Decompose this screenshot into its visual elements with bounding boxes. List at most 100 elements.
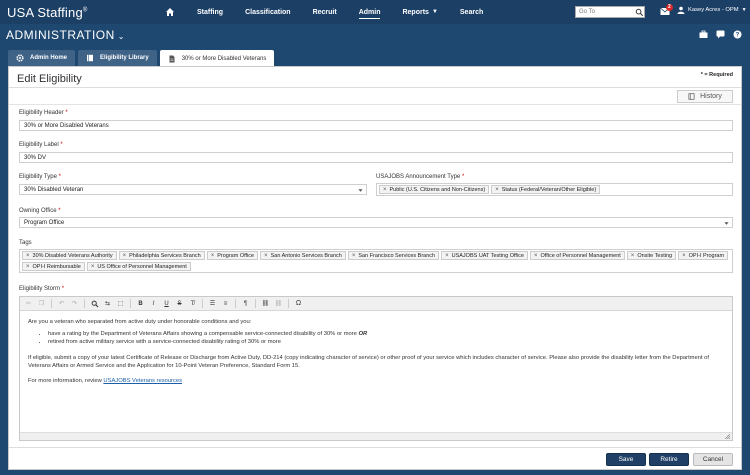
usajobs-chip[interactable]: × Public (U.S. Citizens and Non-Citizens) <box>379 185 490 194</box>
bulleted-list-icon[interactable]: ≡ <box>221 299 230 308</box>
nav-staffing[interactable]: Staffing <box>197 0 223 24</box>
eligibility-label-label: Eligibility Label * <box>19 142 63 148</box>
toolbar-separator <box>130 299 131 308</box>
remove-icon[interactable]: × <box>445 253 449 259</box>
remove-icon[interactable]: × <box>91 264 95 270</box>
tag-chip[interactable]: × San Francisco Services Branch <box>347 251 440 260</box>
usajobs-type-multiselect[interactable]: × Public (U.S. Citizens and Non-Citizens)… <box>376 183 733 196</box>
editor-bullets: have a rating by the Department of Veter… <box>48 330 724 346</box>
editor-footer <box>20 432 732 440</box>
paragraph-icon[interactable]: ¶ <box>241 299 250 308</box>
eligibility-storm-label: Eligibility Storm * <box>19 286 65 292</box>
home-icon[interactable] <box>165 0 175 24</box>
remove-icon[interactable]: × <box>26 253 30 259</box>
remove-icon[interactable]: × <box>495 187 499 193</box>
unlink-icon[interactable]: ⛓ <box>274 299 283 308</box>
remove-format-icon[interactable]: T̸ <box>188 299 197 308</box>
resize-handle-icon[interactable] <box>725 434 730 439</box>
owning-office-select[interactable]: Program Office <box>19 217 733 228</box>
owning-office-label: Owning Office * <box>19 208 61 214</box>
eligibility-type-label: Eligibility Type * <box>19 174 61 180</box>
find-icon[interactable] <box>90 299 99 308</box>
toolbar-separator <box>235 299 236 308</box>
tag-chip[interactable]: × San Antonio Services Branch <box>260 251 346 260</box>
link-icon[interactable]: ⛓ <box>261 299 270 308</box>
remove-icon[interactable]: × <box>631 253 635 259</box>
cut-icon[interactable]: ✂ <box>24 299 33 308</box>
user-menu[interactable]: Kasey Acres - OPM ▼ <box>677 6 747 14</box>
remove-icon[interactable]: × <box>682 253 686 259</box>
briefcase-icon[interactable] <box>699 30 708 39</box>
save-button[interactable]: Save <box>606 453 646 466</box>
tags-multiselect[interactable]: × 30% Disabled Veterans Authority × Philad… <box>19 249 733 273</box>
chevron-down-icon <box>358 189 363 192</box>
eligibility-type-select[interactable]: 30% Disabled Veteran <box>19 184 367 195</box>
chevron-down-icon: ▼ <box>741 7 747 13</box>
redo-icon[interactable]: ↷ <box>70 299 79 308</box>
rich-text-editor[interactable]: ✂ ❐ ↶ ↷ ⇆ ⬚ B I U S T̸ ☰ ≡ ¶ ⛓ ⛓ Ω Are y… <box>19 296 733 441</box>
copy-icon[interactable]: ❐ <box>37 299 46 308</box>
editor-bullet: retired from active military service wit… <box>48 338 724 346</box>
remove-icon[interactable]: × <box>264 253 268 259</box>
form-footer: Save Retire Cancel <box>9 447 741 469</box>
tag-chip[interactable]: × 30% Disabled Veterans Authority <box>22 251 117 260</box>
tab-bar: Admin Home Eligibility Library 30% or Mo… <box>8 50 275 67</box>
tag-chip[interactable]: × Office of Personnel Management <box>529 251 625 260</box>
remove-icon[interactable]: × <box>211 253 215 259</box>
goto-input[interactable]: Go To <box>575 6 645 18</box>
tag-chip[interactable]: × OPI-I Reimbursable <box>22 262 85 271</box>
user-icon <box>677 6 685 14</box>
remove-icon[interactable]: × <box>26 264 30 270</box>
editor-content[interactable]: Are you a veteran who separated from act… <box>20 312 732 432</box>
help-icon[interactable]: ? <box>733 30 742 39</box>
special-char-icon[interactable]: Ω <box>294 299 303 308</box>
section-title[interactable]: ADMINISTRATION ⌄ <box>6 28 125 42</box>
italic-icon[interactable]: I <box>149 299 158 308</box>
tag-chip[interactable]: × Philadelphia Services Branch <box>118 251 205 260</box>
eligibility-label-input[interactable]: 30% DV <box>19 152 733 163</box>
retire-button[interactable]: Retire <box>649 453 689 466</box>
history-button[interactable]: History <box>677 90 733 103</box>
select-all-icon[interactable]: ⬚ <box>116 299 125 308</box>
editor-intro: Are you a veteran who separated from act… <box>28 319 252 325</box>
tag-chip[interactable]: × US Office of Personnel Management <box>86 262 191 271</box>
app-logo[interactable]: USA Staffing® <box>7 5 157 20</box>
tab-admin-home[interactable]: Admin Home <box>8 50 76 66</box>
toolbar-separator <box>288 299 289 308</box>
toolbar-separator <box>51 299 52 308</box>
tag-chip[interactable]: × Program Office <box>206 251 259 260</box>
top-nav: USA Staffing® Staffing Classification Re… <box>0 0 750 24</box>
underline-icon[interactable]: U <box>162 299 171 308</box>
tag-chip[interactable]: × OPI-I Program <box>678 251 729 260</box>
usajobs-chip[interactable]: × Status (Federal/Veteran/Other Eligible) <box>491 185 601 194</box>
remove-icon[interactable]: × <box>352 253 356 259</box>
bold-icon[interactable]: B <box>136 299 145 308</box>
tab-30-percent-disabled-veterans[interactable]: 30% or More Disabled Veterans <box>159 50 275 67</box>
book-icon <box>688 93 695 100</box>
nav-search[interactable]: Search <box>460 0 483 24</box>
remove-icon[interactable]: × <box>123 253 127 259</box>
nav-recruit[interactable]: Recruit <box>313 0 337 24</box>
nav-reports[interactable]: Reports ▼ <box>402 0 437 24</box>
remove-icon[interactable]: × <box>383 187 387 193</box>
eligibility-header-input[interactable]: 30% or More Disabled Veterans <box>19 120 733 131</box>
numbered-list-icon[interactable]: ☰ <box>208 299 217 308</box>
tag-chip[interactable]: × USAJOBS UAT Testing Office <box>441 251 528 260</box>
tag-chip[interactable]: × Onsite Testing <box>626 251 677 260</box>
nav-classification[interactable]: Classification <box>245 0 291 24</box>
search-icon[interactable] <box>635 8 644 17</box>
remove-icon[interactable]: × <box>534 253 538 259</box>
undo-icon[interactable]: ↶ <box>57 299 66 308</box>
nav-admin[interactable]: Admin <box>358 0 380 24</box>
edit-eligibility-panel: Edit Eligibility * = Required History El… <box>8 66 742 470</box>
usajobs-type-label: USAJOBS Announcement Type * <box>376 174 465 180</box>
tab-eligibility-library[interactable]: Eligibility Library <box>78 50 157 66</box>
cancel-button[interactable]: Cancel <box>693 453 733 466</box>
chat-icon[interactable] <box>716 30 725 39</box>
page-title: Edit Eligibility <box>17 73 82 85</box>
toolbar-separator <box>84 299 85 308</box>
strike-icon[interactable]: S <box>175 299 184 308</box>
replace-icon[interactable]: ⇆ <box>103 299 112 308</box>
usajobs-veterans-link[interactable]: USAJOBS Veterans resources <box>103 378 182 384</box>
editor-bullet: have a rating by the Department of Veter… <box>48 330 724 338</box>
